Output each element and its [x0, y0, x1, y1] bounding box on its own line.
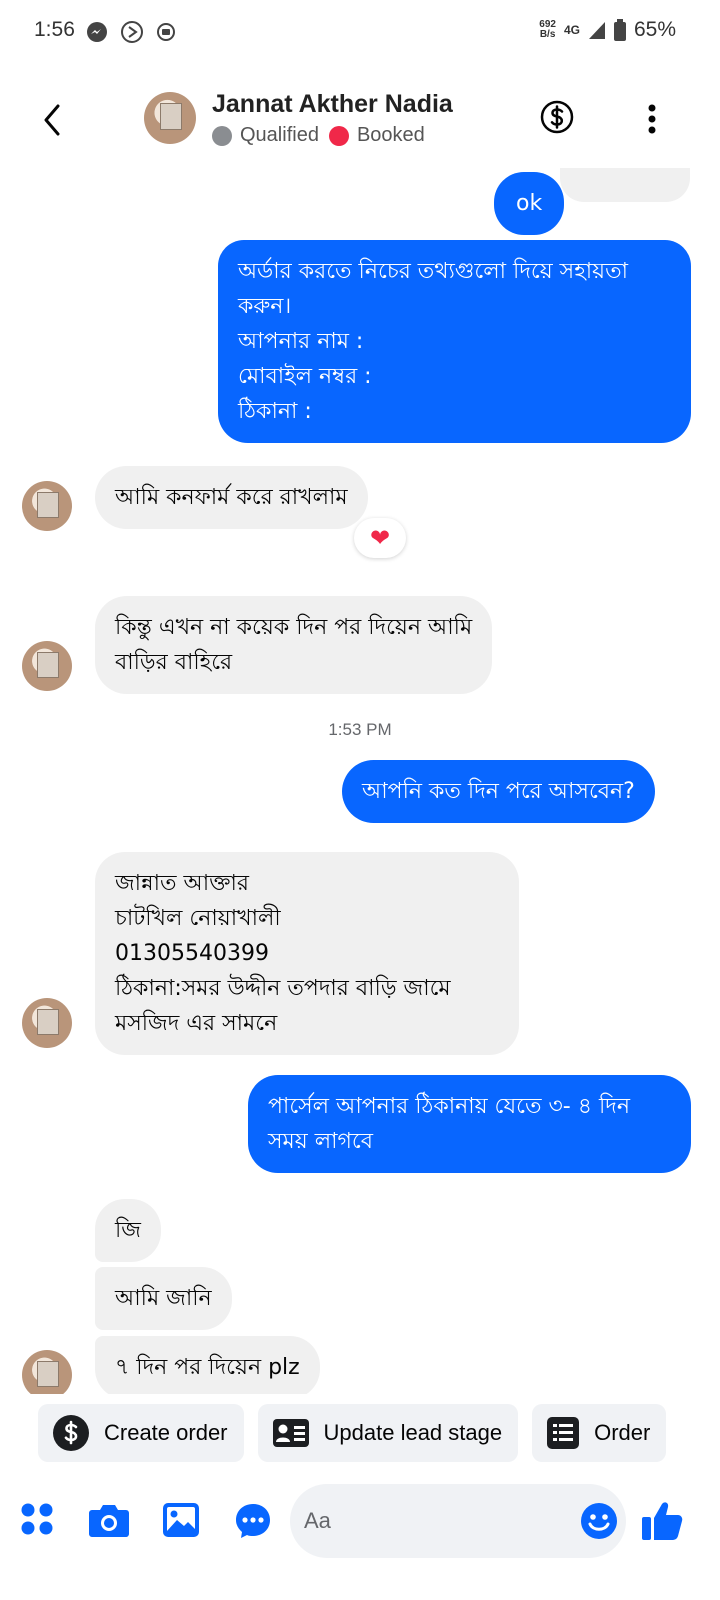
contact-avatar[interactable]	[144, 92, 196, 144]
conversation-header: Jannat Akther Nadia Qualified Booked	[0, 72, 720, 168]
message-list[interactable]: ok অর্ডার করতে নিচের তথ্যগুলো দিয়ে সহায…	[0, 168, 720, 1394]
message-incoming[interactable]: ৭ দিন পর দিয়েন plz	[95, 1336, 320, 1394]
status-bar: 1:56 692 B/s 4G 65%	[0, 0, 720, 64]
message-input-box[interactable]	[290, 1484, 626, 1558]
message-input[interactable]	[304, 1484, 564, 1558]
stage-qualified: Qualified	[240, 124, 319, 146]
payment-dollar-icon[interactable]	[540, 100, 574, 134]
network-speed: 692 B/s	[539, 19, 556, 40]
update-lead-stage-button[interactable]: Update lead stage	[257, 1404, 519, 1462]
message-incoming[interactable]: জি	[95, 1199, 161, 1262]
saved-replies-icon[interactable]	[234, 1502, 272, 1540]
heart-reaction[interactable]: ❤	[354, 518, 406, 558]
quick-actions-bar: Create order Update lead stage Order	[38, 1404, 720, 1464]
gallery-image-icon[interactable]	[162, 1502, 200, 1538]
contact-avatar-small[interactable]	[22, 998, 72, 1048]
create-order-label: Create order	[104, 1420, 228, 1445]
network-type: 4G	[563, 23, 580, 37]
dollar-circle-icon	[53, 1415, 89, 1451]
qualified-dot	[212, 125, 232, 146]
order-list-icon	[547, 1417, 580, 1449]
apps-grid-icon[interactable]	[20, 1502, 54, 1536]
play-circle-notification-icon	[121, 21, 143, 43]
update-lead-stage-label: Update lead stage	[323, 1420, 503, 1445]
emoji-icon[interactable]	[580, 1502, 618, 1540]
previous-message-bubble	[560, 168, 690, 202]
booked-dot	[328, 125, 349, 146]
message-outgoing[interactable]: পার্সেল আপনার ঠিকানায় যেতে ৩- ৪ দিন সময…	[248, 1075, 691, 1173]
lead-stage-row: Qualified Booked	[212, 124, 425, 147]
order-button[interactable]: Order	[532, 1404, 667, 1462]
message-incoming[interactable]: জান্নাত আক্তার চাটখিল নোয়াখালী 01305540…	[95, 852, 519, 1055]
battery-percent: 65%	[633, 18, 676, 41]
message-incoming[interactable]: আমি জানি	[95, 1267, 232, 1330]
contact-avatar-small[interactable]	[22, 481, 72, 531]
message-outgoing[interactable]: আপনি কত দিন পরে আসবেন?	[342, 760, 655, 823]
message-timestamp: 1:53 PM	[328, 720, 392, 739]
stage-booked: Booked	[356, 124, 425, 146]
battery-icon	[613, 19, 626, 41]
message-incoming[interactable]: কিন্তু এখন না কয়েক দিন পর দিয়েন আমি বা…	[95, 596, 493, 694]
messenger-notification-icon	[87, 22, 107, 42]
contact-name[interactable]: Jannat Akther Nadia	[212, 90, 453, 119]
heart-icon: ❤	[369, 524, 391, 552]
thumbs-up-icon[interactable]	[640, 1500, 684, 1542]
back-arrow-icon[interactable]	[36, 100, 68, 140]
signal-icon	[588, 22, 605, 39]
contact-avatar-small[interactable]	[22, 641, 72, 691]
order-label: Order	[594, 1420, 651, 1445]
message-composer	[0, 1480, 720, 1564]
more-options-icon[interactable]	[640, 102, 664, 136]
contact-avatar-small[interactable]	[22, 1350, 72, 1394]
create-order-button[interactable]: Create order	[38, 1404, 244, 1462]
message-incoming[interactable]: আমি কনফার্ম করে রাখলাম	[95, 466, 368, 529]
camera-icon[interactable]	[88, 1502, 130, 1538]
status-time: 1:56	[34, 18, 75, 41]
contact-card-icon	[272, 1419, 309, 1447]
message-outgoing[interactable]: অর্ডার করতে নিচের তথ্যগুলো দিয়ে সহায়তা…	[218, 240, 691, 443]
app-notification-icon	[157, 23, 175, 41]
message-outgoing[interactable]: ok	[494, 172, 565, 235]
